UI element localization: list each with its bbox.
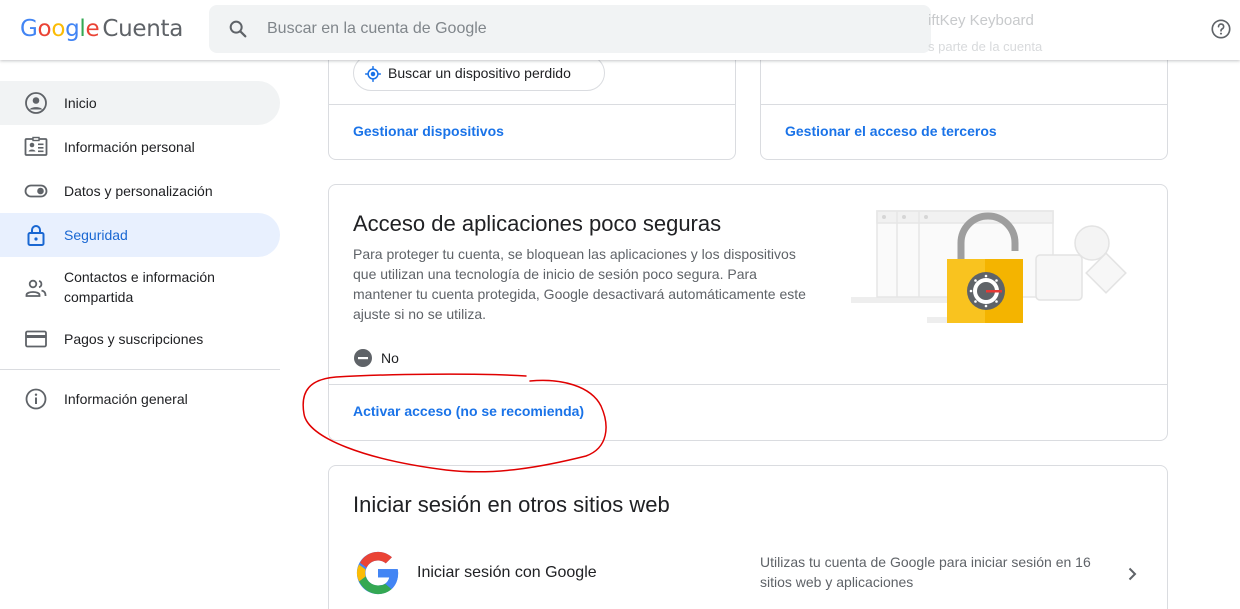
sidebar-item-seguridad[interactable]: Seguridad bbox=[0, 213, 280, 257]
signin-with-google-description: Utilizas tu cuenta de Google para inicia… bbox=[760, 554, 1091, 590]
sidebar-item-label: Seguridad bbox=[64, 227, 128, 243]
card-divider bbox=[329, 104, 735, 105]
manage-devices-link[interactable]: Gestionar dispositivos bbox=[353, 123, 504, 139]
google-g-icon bbox=[356, 551, 399, 595]
less-secure-apps-card: Acceso de aplicaciones poco seguras Para… bbox=[328, 184, 1168, 441]
chevron-right-icon[interactable] bbox=[1122, 564, 1142, 584]
sidebar-item-contactos[interactable]: Contactos e información compartida bbox=[0, 257, 280, 319]
toggle-icon bbox=[24, 184, 48, 198]
signin-with-google-row[interactable]: Iniciar sesión con Google Utilizas tu cu… bbox=[329, 540, 1167, 609]
manage-third-party-access-link[interactable]: Gestionar el acceso de terceros bbox=[785, 123, 997, 139]
people-icon bbox=[25, 279, 47, 297]
background-app-subtitle: s parte de la cuenta bbox=[928, 39, 1043, 54]
sidebar-item-datos-personalizacion[interactable]: Datos y personalización bbox=[0, 169, 280, 213]
find-lost-device-label: Buscar un dispositivo perdido bbox=[388, 65, 571, 81]
less-secure-apps-title: Acceso de aplicaciones poco seguras bbox=[353, 211, 722, 236]
less-secure-status: No bbox=[353, 348, 399, 368]
less-secure-apps-description: Para proteger tu cuenta, se bloquean las… bbox=[353, 246, 806, 322]
google-account-logo[interactable]: Google Cuenta bbox=[20, 16, 183, 42]
help-icon[interactable] bbox=[1210, 18, 1232, 40]
card-divider bbox=[329, 384, 1167, 385]
status-label: No bbox=[381, 350, 399, 366]
sidebar-item-label: Contactos e información compartida bbox=[64, 269, 215, 305]
sidebar-item-inicio[interactable]: Inicio bbox=[0, 81, 280, 125]
other-sites-title: Iniciar sesión en otros sitios web bbox=[353, 492, 670, 517]
sidebar-item-label: Inicio bbox=[64, 95, 97, 111]
search-bar[interactable]: Buscar en la cuenta de Google bbox=[209, 5, 931, 53]
sidebar-item-label: Información personal bbox=[64, 139, 195, 155]
top-bar: Google Cuenta Buscar en la cuenta de Goog… bbox=[0, 0, 1240, 60]
credit-card-icon bbox=[25, 330, 47, 348]
sidebar-divider bbox=[0, 369, 280, 370]
lock-icon bbox=[27, 225, 45, 246]
sidebar-item-pagos[interactable]: Pagos y suscripciones bbox=[0, 319, 280, 359]
search-input[interactable]: Buscar en la cuenta de Google bbox=[267, 20, 487, 38]
info-icon bbox=[25, 388, 47, 410]
minus-circle-icon bbox=[354, 349, 372, 367]
sidebar-item-label: Información general bbox=[64, 391, 188, 407]
google-account-page: Google Cuenta Buscar en la cuenta de Goog… bbox=[0, 0, 1240, 609]
card-divider bbox=[761, 104, 1167, 105]
background-app-title: iftKey Keyboard bbox=[928, 12, 1034, 29]
signin-with-google-title: Iniciar sesión con Google bbox=[417, 564, 597, 581]
sidebar-item-informacion-personal[interactable]: Información personal bbox=[0, 125, 280, 169]
padlock-illustration bbox=[851, 210, 1127, 323]
sidebar-item-label: Datos y personalización bbox=[64, 183, 213, 199]
sidebar-item-label: Pagos y suscripciones bbox=[64, 331, 204, 347]
search-icon[interactable] bbox=[227, 18, 249, 40]
enable-access-link[interactable]: Activar acceso (no se recomienda) bbox=[353, 403, 584, 419]
product-name: Cuenta bbox=[102, 16, 184, 42]
find-lost-device-button[interactable]: Buscar un dispositivo perdido bbox=[353, 55, 605, 91]
person-circle-icon bbox=[25, 92, 47, 114]
sidebar-item-informacion-general[interactable]: Información general bbox=[0, 378, 280, 420]
other-sites-signin-card: Iniciar sesión en otros sitios web Inici… bbox=[328, 465, 1168, 609]
id-card-icon bbox=[24, 136, 48, 156]
locate-icon bbox=[365, 66, 381, 82]
